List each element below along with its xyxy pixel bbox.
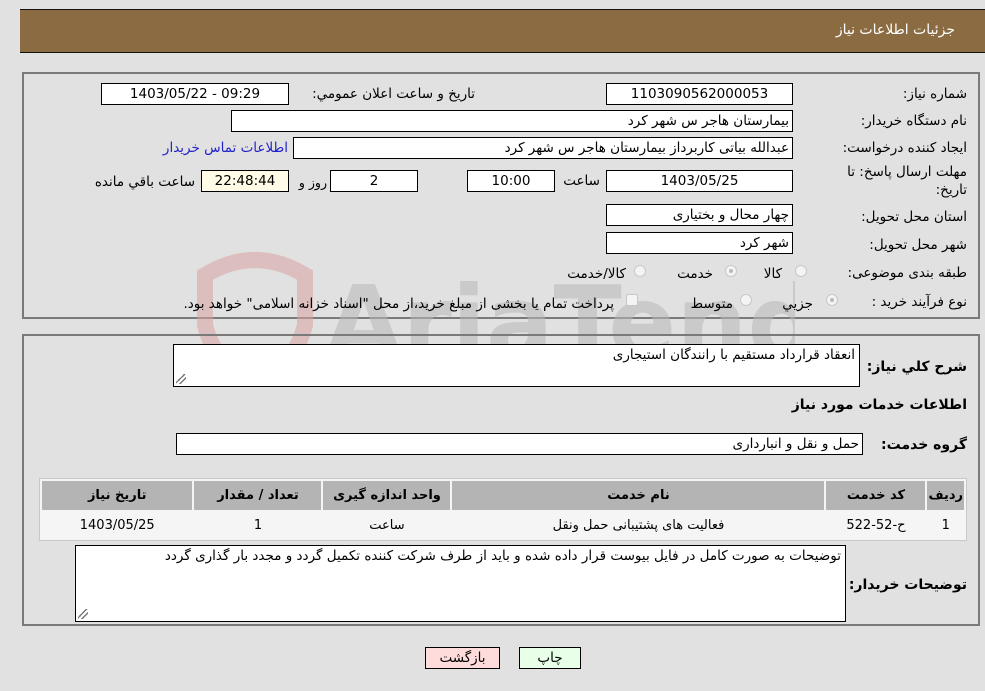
city-label: شهر محل تحویل: <box>869 237 967 253</box>
remaining-time-label: ساعت باقي مانده <box>94 174 195 190</box>
cell-need-date: 1403/05/25 <box>42 512 193 538</box>
col-unit: واحد اندازه گیری <box>323 481 451 510</box>
col-service-code: کد خدمت <box>826 481 926 510</box>
buyer-contact-link[interactable]: اطلاعات تماس خریدار <box>163 140 288 156</box>
days-label: روز و <box>298 175 327 190</box>
description-textarea[interactable]: انعقاد قرارداد مستقیم با رانندگان استیجا… <box>173 344 860 387</box>
col-service-name: نام خدمت <box>452 481 825 510</box>
remaining-days-field: 2 <box>330 170 418 192</box>
category-label: طبقه بندی موضوعی: <box>847 265 967 281</box>
resize-grip-icon[interactable] <box>78 609 88 619</box>
cell-unit: ساعت <box>323 512 451 538</box>
deadline-label-line1: مهلت ارسال پاسخ: تا <box>847 164 967 180</box>
service-group-label: گروه خدمت: <box>881 437 967 453</box>
cell-quantity: 1 <box>194 512 322 538</box>
category-goods-label: کالا <box>763 266 782 282</box>
buyer-notes-textarea[interactable]: توضیحات به صورت کامل در فایل بیوست قرار … <box>75 545 846 622</box>
col-quantity: تعداد / مقدار <box>194 481 322 510</box>
province-label: استان محل تحویل: <box>861 209 967 225</box>
buyer-notes-label: توضیحات خریدار: <box>848 577 967 593</box>
cell-service-name: فعالیت های پشتیبانی حمل ونقل <box>452 512 825 538</box>
purchase-type-label: نوع فرآیند خرید : <box>871 294 967 310</box>
print-button[interactable]: چاپ <box>519 647 581 669</box>
cell-service-code: ح-52-522 <box>826 512 926 538</box>
announce-datetime-label: تاریخ و ساعت اعلان عمومي: <box>312 86 475 102</box>
buyer-notes-text: توضیحات به صورت کامل در فایل بیوست قرار … <box>164 548 841 564</box>
need-number-field: 1103090562000053 <box>606 83 793 105</box>
deadline-time-field: 10:00 <box>467 170 555 192</box>
table-header-row: ردیف کد خدمت نام خدمت واحد اندازه گیری ت… <box>42 481 964 510</box>
category-service-radio[interactable] <box>725 265 737 277</box>
requester-label: ایجاد کننده درخواست: <box>842 140 967 156</box>
category-goods-service-label: کالا/خدمت <box>567 266 626 282</box>
requester-field: عبدالله بیاتی کاربرداز بیمارستان هاجر س … <box>293 137 793 159</box>
page-header: جزئیات اطلاعات نیاز <box>20 9 985 53</box>
purchase-minor-radio[interactable] <box>826 294 838 306</box>
purchase-minor-label: جزيي <box>782 296 813 312</box>
services-section-title: اطلاعات خدمات مورد نیاز <box>791 397 967 413</box>
buyer-org-field: بیمارستان هاجر س شهر کرد <box>231 110 793 132</box>
description-text: انعقاد قرارداد مستقیم با رانندگان استیجا… <box>612 347 855 363</box>
deadline-date-field: 1403/05/25 <box>606 170 793 192</box>
back-button[interactable]: بازگشت <box>425 647 500 669</box>
cell-row-number: 1 <box>927 512 964 538</box>
deadline-time-label: ساعت <box>563 173 600 189</box>
city-field: شهر کرد <box>606 232 793 254</box>
table-row: 1 ح-52-522 فعالیت های پشتیبانی حمل ونقل … <box>42 512 964 538</box>
announce-datetime-field: 1403/05/22 - 09:29 <box>101 83 289 105</box>
province-field: چهار محال و بختیاری <box>606 204 793 226</box>
col-row-number: ردیف <box>927 481 964 510</box>
treasury-checkbox-label: پرداخت تمام یا بخشی از مبلغ خرید،از محل … <box>183 296 614 312</box>
category-goods-service-radio[interactable] <box>634 265 646 277</box>
deadline-label-line2: تاریخ: <box>935 182 967 198</box>
need-number-label: شماره نیاز: <box>902 86 967 102</box>
services-table: ردیف کد خدمت نام خدمت واحد اندازه گیری ت… <box>39 478 967 541</box>
service-group-field: حمل و نقل و انبارداری <box>176 433 863 455</box>
remaining-time-field: 22:48:44 <box>201 170 289 192</box>
category-service-label: خدمت <box>677 266 713 282</box>
purchase-medium-label: متوسط <box>690 296 733 312</box>
treasury-checkbox[interactable] <box>626 294 638 306</box>
category-goods-radio[interactable] <box>795 265 807 277</box>
resize-grip-icon[interactable] <box>176 374 186 384</box>
description-label: شرح کلي نیاز: <box>866 359 967 375</box>
col-need-date: تاریخ نیاز <box>42 481 193 510</box>
purchase-medium-radio[interactable] <box>740 294 752 306</box>
page-title: جزئیات اطلاعات نیاز <box>835 22 955 38</box>
buyer-org-label: نام دستگاه خریدار: <box>860 113 967 129</box>
